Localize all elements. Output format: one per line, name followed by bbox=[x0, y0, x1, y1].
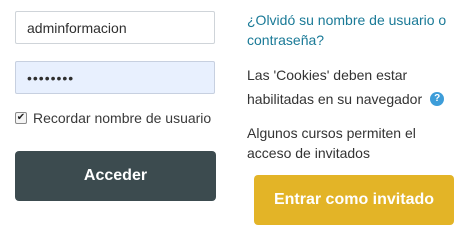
remember-label: Recordar nombre de usuario bbox=[33, 110, 212, 126]
cookies-text: Las 'Cookies' deben estar habilitadas en… bbox=[247, 67, 423, 107]
login-panel: ✔ Recordar nombre de usuario Acceder ¿Ol… bbox=[0, 0, 467, 233]
remember-username[interactable]: ✔ Recordar nombre de usuario bbox=[15, 110, 211, 126]
remember-checkbox[interactable]: ✔ bbox=[15, 112, 27, 124]
guest-access-text: Algunos cursos permiten el acceso de inv… bbox=[247, 125, 416, 161]
cookies-notice: Las 'Cookies' deben estar habilitadas en… bbox=[247, 63, 447, 111]
login-button[interactable]: Acceder bbox=[15, 151, 216, 201]
username-input[interactable] bbox=[15, 11, 215, 44]
forgot-credentials-link[interactable]: ¿Olvidó su nombre de usuario o contraseñ… bbox=[247, 10, 447, 50]
guest-login-button[interactable]: Entrar como invitado bbox=[254, 175, 454, 225]
password-input[interactable] bbox=[15, 61, 215, 94]
help-icon[interactable]: ? bbox=[430, 92, 445, 107]
